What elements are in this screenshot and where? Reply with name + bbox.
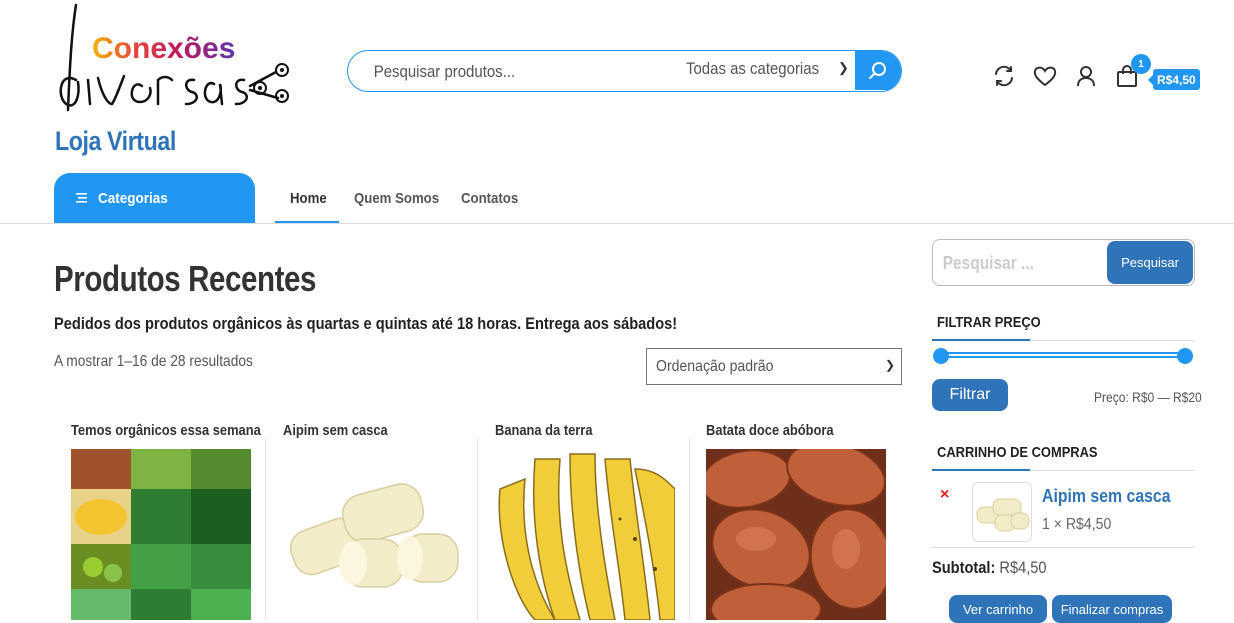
product-title[interactable]: Banana da terra	[495, 422, 593, 439]
product-title[interactable]: Batata doce abóbora	[706, 422, 834, 439]
categories-label: Categorias	[98, 189, 168, 207]
cart-count-badge: 1	[1131, 54, 1151, 74]
product-search-input[interactable]	[372, 51, 631, 91]
result-count: A mostrar 1–16 de 28 resultados	[54, 353, 253, 370]
price-filter-title: FILTRAR PREÇO	[937, 314, 1041, 331]
price-slider-max-handle[interactable]	[1177, 348, 1193, 364]
widget-title-accent	[932, 339, 1030, 341]
sidebar-search-input[interactable]	[941, 252, 1074, 275]
cart-item-name[interactable]: Aipim sem casca	[1042, 486, 1171, 507]
sidebar-search: Pesquisar	[932, 239, 1195, 286]
price-slider-track[interactable]	[942, 352, 1186, 358]
product-image-aipim[interactable]	[283, 449, 463, 620]
filter-button[interactable]: Filtrar	[932, 379, 1008, 411]
product-search-bar: Todas as categorias ❯	[347, 50, 902, 92]
cart-subtotal: Subtotal: R$4,50	[932, 558, 1047, 578]
chevron-down-icon: ❯	[884, 358, 895, 372]
categories-menu-button[interactable]: Categorias	[54, 173, 255, 223]
user-account-icon[interactable]	[1073, 62, 1099, 90]
price-slider-min-handle[interactable]	[933, 348, 949, 364]
logo-wordmark: Conexões	[92, 32, 235, 65]
menu-lines-icon	[76, 193, 87, 203]
widget-divider	[932, 547, 1195, 548]
order-notice: Pedidos dos produtos orgânicos às quarta…	[54, 314, 678, 333]
cart-item-thumbnail[interactable]	[972, 482, 1032, 542]
search-icon	[869, 61, 886, 79]
product-title[interactable]: Aipim sem casca	[283, 422, 388, 439]
category-select[interactable]: Todas as categorias	[686, 59, 819, 79]
page-title: Produtos Recentes	[54, 258, 317, 299]
cart-widget-title: CARRINHO DE COMPRAS	[937, 444, 1098, 461]
product-card[interactable]: Temos orgânicos essa semana	[71, 414, 271, 620]
nav-divider	[0, 223, 1234, 224]
widget-title-accent	[932, 469, 1030, 471]
view-cart-button[interactable]: Ver carrinho	[949, 595, 1047, 623]
sidebar-search-button[interactable]: Pesquisar	[1107, 241, 1193, 284]
wishlist-heart-icon[interactable]	[1032, 62, 1058, 90]
product-title[interactable]: Temos orgânicos essa semana	[71, 422, 261, 439]
product-image-banana[interactable]	[495, 449, 675, 620]
cart-item-quantity: 1 × R$4,50	[1042, 516, 1112, 533]
product-card[interactable]: Banana da terra	[495, 414, 695, 620]
cart-total-badge[interactable]: R$4,50	[1148, 69, 1200, 90]
site-tagline[interactable]: Loja Virtual	[55, 126, 176, 157]
product-image-batata-doce[interactable]	[706, 449, 886, 620]
orderby-select[interactable]: Ordenação padrão ❯	[646, 348, 902, 385]
nav-home[interactable]: Home	[290, 190, 327, 207]
nav-contatos[interactable]: Contatos	[461, 190, 518, 207]
product-card[interactable]: Aipim sem casca	[283, 414, 483, 620]
product-separator	[477, 438, 478, 620]
orderby-value: Ordenação padrão	[656, 358, 774, 375]
subtotal-value: R$4,50	[999, 558, 1047, 577]
nav-quem-somos[interactable]: Quem Somos	[354, 190, 439, 207]
search-button[interactable]	[855, 51, 901, 90]
price-range-text: Preço: R$0 — R$20	[1094, 389, 1202, 405]
chevron-down-icon: ❯	[838, 60, 849, 75]
product-image-collage[interactable]	[71, 449, 251, 620]
compare-icon[interactable]	[991, 62, 1017, 90]
subtotal-label: Subtotal:	[932, 558, 996, 577]
product-card[interactable]: Batata doce abóbora	[706, 414, 906, 620]
product-separator	[265, 438, 266, 620]
product-separator	[689, 438, 690, 620]
site-logo[interactable]: Conexões	[54, 0, 294, 125]
checkout-button[interactable]: Finalizar compras	[1052, 595, 1172, 623]
remove-item-icon[interactable]: ×	[940, 486, 949, 504]
